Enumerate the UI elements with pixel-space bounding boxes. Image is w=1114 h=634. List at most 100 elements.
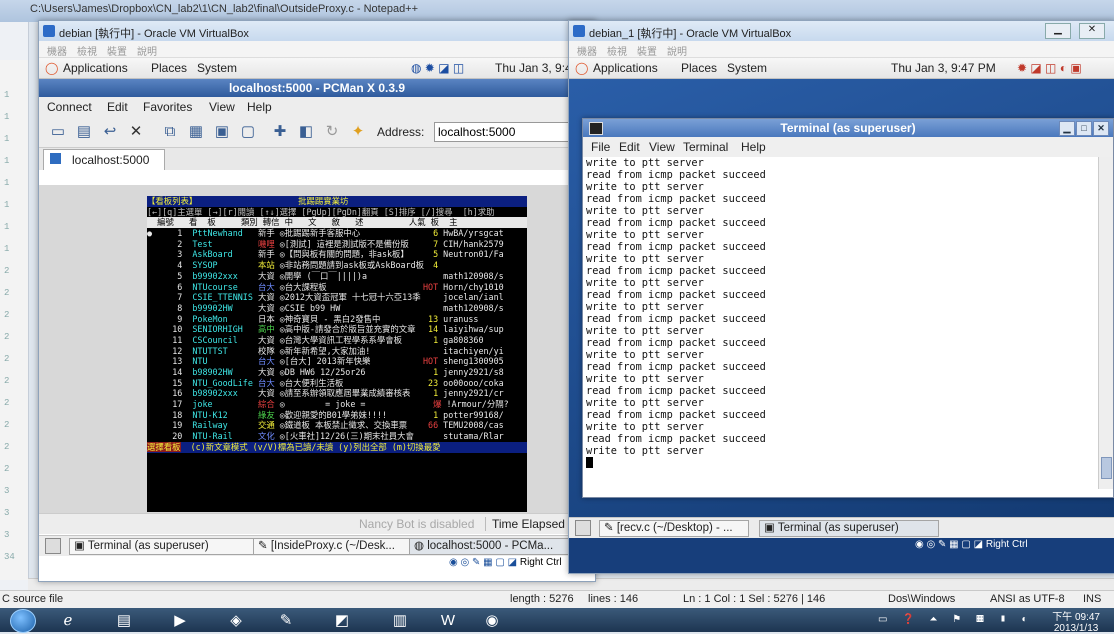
paint-icon[interactable]: ◩ [326, 608, 358, 632]
bbs-board-row[interactable]: 11 CSCouncil 大資 ◎台灣大學資訊工程學系系學會板 1 ga8083… [147, 335, 527, 346]
menu-view[interactable]: View [209, 100, 235, 114]
vm2-menu-help[interactable]: 說明 [667, 43, 687, 58]
bbs-board-row[interactable]: 17 joke 綜合 ◎ = joke = 爆 !Armour/分隔? [147, 399, 527, 410]
panel-launcher-icons[interactable]: ◍ ✹ ◪ ◫ [411, 61, 464, 75]
terminal-menu-file[interactable]: File [591, 140, 610, 154]
vm-menu-view[interactable]: 檢視 [77, 43, 97, 58]
bbs-board-row[interactable]: 9 PokeMon 日本 ◎神奇寶貝 - 黑白2發售中 13 uranuss [147, 314, 527, 325]
bbs-board-row[interactable]: 6 NTUcourse 台大 ◎台大課程板 HOT Horn/chy1010 [147, 282, 527, 293]
bbs-board-row[interactable]: 18 NTU-K12 綠友 ◎歡迎親愛的B01學弟妹!!!! 1 potter9… [147, 410, 527, 421]
panel-clock[interactable]: Thu Jan 3, 9:4 [495, 61, 572, 75]
copy-icon[interactable]: ⧉ [161, 123, 179, 141]
menu-applications[interactable]: Applications [63, 61, 128, 75]
terminal-scrollbar[interactable] [1098, 157, 1113, 489]
bbs-board-row[interactable]: 15 NTU_GoodLife 台大 ◎台大便利生活板 23 oo00ooo/c… [147, 378, 527, 389]
vm-menu-devices[interactable]: 裝置 [107, 43, 127, 58]
bbs-board-row[interactable]: 10 SENIORHIGH 高中 ◎高中版-請發合於版旨並充實的文章 14 la… [147, 324, 527, 335]
bbs-board-row[interactable]: 4 SYSOP 本站 ◎非站務問題請到ask板或AskBoard板 4 [147, 260, 527, 271]
bbs-board-row[interactable]: 19 Railway 交通 ◎鐵道板 本板禁止徵求、交換車票 66 TEMU20… [147, 420, 527, 431]
terminal-menu-help[interactable]: Help [741, 140, 766, 154]
vm2-menu-view[interactable]: 檢視 [607, 43, 627, 58]
task-pcman[interactable]: ◍ localhost:5000 - PCMa... [409, 538, 569, 555]
vm2-device-icons[interactable]: ◉ ◎ ✎ ▦ ▢ ◪ [915, 539, 986, 550]
select-all-icon[interactable]: ▢ [239, 123, 257, 141]
connect-icon[interactable]: ▭ [49, 123, 67, 141]
menu2-applications[interactable]: Applications [593, 61, 658, 75]
bbs-screen[interactable]: 【看板列表】 批踢踢實業坊 [←][q]主選單 [→][r]閱讀 [↑↓]選擇 … [147, 196, 527, 512]
terminal-menu-view[interactable]: View [649, 140, 675, 154]
terminal-line: read from icmp packet succeed [586, 289, 766, 301]
book-app-icon[interactable]: ▥ [384, 608, 416, 632]
task-insideproxy[interactable]: ✎ [InsideProxy.c (~/Desk... [253, 538, 411, 555]
terminal-menu-edit[interactable]: Edit [619, 140, 640, 154]
close-icon[interactable]: ✕ [1093, 121, 1109, 136]
maximize-icon[interactable]: □ [1076, 121, 1092, 136]
minimize-icon[interactable]: ▁ [1059, 121, 1075, 136]
terminal-scroll-thumb[interactable] [1101, 457, 1112, 479]
menu-system[interactable]: System [197, 61, 237, 75]
vm-menu-help[interactable]: 說明 [137, 43, 157, 58]
close-icon[interactable]: ✕ [1079, 23, 1105, 39]
menu2-system[interactable]: System [727, 61, 767, 75]
address-label: Address: [377, 125, 425, 139]
terminal-menu-terminal[interactable]: Terminal [683, 140, 728, 154]
site-list-icon[interactable]: ▤ [75, 123, 93, 141]
reconnect-icon[interactable]: ↩ [101, 123, 119, 141]
internet-explorer-icon[interactable]: ℯ [52, 608, 84, 632]
bbs-board-row[interactable]: 2 Test 嘰哩 ◎[測試] 這裡是測試版不是備份版 7 CIH/hank25… [147, 239, 527, 250]
file-explorer-icon[interactable]: ▤ [108, 608, 140, 632]
star-icon[interactable]: ✦ [349, 123, 367, 141]
tray-clock[interactable]: 下午 09:47 2013/1/13 [1052, 608, 1100, 634]
board-number: 19 [147, 420, 193, 431]
chrome-icon[interactable]: ◉ [476, 608, 508, 632]
vm-device-icons[interactable]: ◉ ◎ ✎ ▦ ▢ ◪ [449, 557, 520, 568]
show-desktop-icon[interactable] [45, 538, 61, 554]
bbs-board-row[interactable]: 5 b99902xxx 大資 ◎開學 (￣口￣||||)a math120908… [147, 271, 527, 282]
word-icon[interactable]: W [432, 608, 464, 632]
bbs-board-row[interactable]: 7 CSIE_TTENNIS 大資 ◎2012大資盃冠軍 十七冠十六亞13季 j… [147, 292, 527, 303]
board-description: ◎台大便利生活板 [279, 377, 344, 388]
notepad-statusbar: C source file length : 5276 lines : 146 … [0, 590, 1114, 609]
board-moderator: HwBA/yrsgcat [438, 228, 504, 239]
panel2-tray-icons[interactable]: ✹ ◪ ◫ ◐ ▣ [1017, 61, 1082, 75]
bbs-board-row[interactable]: 8 b99902HW 大資 ◎CSIE b99 HW math120908/s [147, 303, 527, 314]
vm2-menu-devices[interactable]: 裝置 [637, 43, 657, 58]
bbs-board-row[interactable]: 13 NTU 台大 ◎[台大] 2013新年快樂 HOT sheng1300905 [147, 356, 527, 367]
bbs-board-row[interactable]: 14 b98902HW 大資 ◎DB HW6 12/25or26 1 jenny… [147, 367, 527, 378]
menu-favorites[interactable]: Favorites [143, 100, 192, 114]
vm-menu-machine[interactable]: 機器 [47, 43, 67, 58]
line-number: 3 [4, 508, 10, 518]
gnome-foot-icon: ◯ [575, 61, 589, 75]
preferences-icon[interactable]: ◧ [297, 123, 315, 141]
minimize-icon[interactable]: ▁ [1045, 23, 1071, 39]
tray-icons[interactable]: ▭ ❓ ⏶ ⚑ ▦ ▮ ◐ [878, 614, 1034, 625]
bbs-board-row[interactable]: ● 1 PttNewhand 新手 ◎批踢踢新手客服中心 6 HwBA/yrsg… [147, 228, 527, 239]
task-terminal[interactable]: ▣ Terminal (as superuser) [69, 538, 255, 555]
bbs-board-row[interactable]: 12 NTUTTST 校隊 ◎新年新希望,大家加油! itachiyen/yi [147, 346, 527, 357]
refresh-icon[interactable]: ↻ [323, 123, 341, 141]
menu-places[interactable]: Places [151, 61, 187, 75]
virtualbox-icon[interactable]: ◈ [220, 608, 252, 632]
task2-recv[interactable]: ✎ [recv.c (~/Desktop) - ... [599, 520, 749, 537]
terminal-output[interactable]: write to ptt server read from icmp packet… [583, 157, 1100, 497]
notepad-plus-icon[interactable]: ✎ [270, 608, 302, 632]
bbs-board-row[interactable]: 3 AskBoard 新手 ◎【問與板有關的問題，非ask板】 5 Neutro… [147, 249, 527, 260]
paste-icon[interactable]: ▦ [187, 123, 205, 141]
menu-connect[interactable]: Connect [47, 100, 92, 114]
task2-terminal[interactable]: ▣ Terminal (as superuser) [759, 520, 939, 537]
show-desktop-icon[interactable] [575, 520, 591, 536]
close-icon[interactable]: ✕ [127, 123, 145, 141]
menu2-places[interactable]: Places [681, 61, 717, 75]
media-player-icon[interactable]: ▶ [164, 608, 196, 632]
vm2-menu-machine[interactable]: 機器 [577, 43, 597, 58]
menu-edit[interactable]: Edit [107, 100, 128, 114]
menu-help[interactable]: Help [247, 100, 272, 114]
address-input[interactable] [434, 122, 582, 142]
clipboard-icon[interactable]: ▣ [213, 123, 231, 141]
bbs-board-row[interactable]: 20 NTU-Rail 文化 ◎[火車社]12/26(三)期末社員大會 stut… [147, 431, 527, 442]
panel2-clock[interactable]: Thu Jan 3, 9:47 PM [891, 61, 996, 75]
start-button[interactable] [10, 609, 36, 633]
add-favorite-icon[interactable]: ✚ [271, 123, 289, 141]
bbs-board-row[interactable]: 16 b98902xxx 大資 ◎請至系辦領取應屆畢業成績審核表 1 jenny… [147, 388, 527, 399]
tab-localhost[interactable]: localhost:5000 [43, 149, 165, 170]
